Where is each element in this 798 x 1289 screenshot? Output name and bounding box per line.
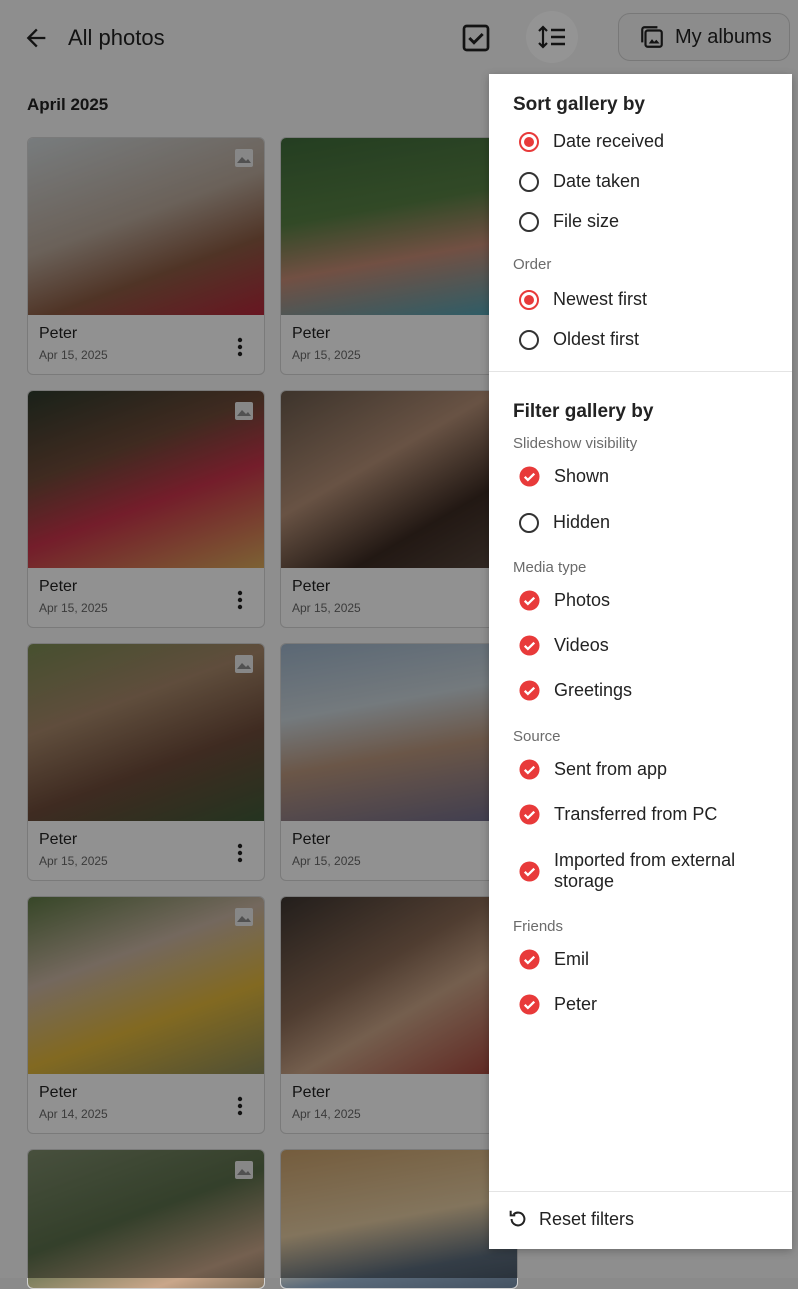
radio-selected[interactable] <box>519 131 539 152</box>
filter-option-sent-from-app[interactable]: Sent from app <box>519 759 667 780</box>
order-subtitle: Order <box>513 256 552 273</box>
order-option-newest[interactable]: Newest first <box>519 289 647 310</box>
checked-circle-icon[interactable] <box>519 635 540 656</box>
source-subtitle: Source <box>513 728 561 745</box>
option-label: Oldest first <box>553 329 640 349</box>
filter-option-emil[interactable]: Emil <box>519 949 589 970</box>
radio-unselected[interactable] <box>519 329 539 350</box>
option-label: Greetings <box>554 680 633 700</box>
option-label: Sent from app <box>554 759 668 779</box>
option-label: Peter <box>554 994 598 1014</box>
sort-option-date-received[interactable]: Date received <box>519 131 664 152</box>
checked-circle-icon[interactable] <box>519 680 540 701</box>
reset-filters-label: Reset filters <box>539 1208 635 1229</box>
checked-circle-icon[interactable] <box>519 466 540 487</box>
friends-subtitle: Friends <box>513 918 564 935</box>
footer-divider <box>489 1191 792 1192</box>
filter-option-transferred-from-pc[interactable]: Transferred from PC <box>519 804 717 825</box>
filter-option-photos[interactable]: Photos <box>519 590 610 611</box>
filter-option-shown[interactable]: Shown <box>519 466 609 487</box>
filter-option-greetings[interactable]: Greetings <box>519 680 632 701</box>
sort-option-date-taken[interactable]: Date taken <box>519 171 640 192</box>
option-label: Hidden <box>553 512 611 532</box>
radio-unselected[interactable] <box>519 211 539 232</box>
media-type-subtitle: Media type <box>513 559 587 576</box>
checked-circle-icon[interactable] <box>519 804 540 825</box>
unchecked-circle-icon[interactable] <box>519 512 539 533</box>
option-label: Date taken <box>553 171 641 191</box>
order-option-oldest[interactable]: Oldest first <box>519 329 639 350</box>
radio-selected[interactable] <box>519 289 539 310</box>
option-label: Transferred from PC <box>554 804 718 824</box>
filter-option-peter[interactable]: Peter <box>519 994 597 1015</box>
checked-circle-icon[interactable] <box>519 759 540 780</box>
option-label: Photos <box>554 590 611 610</box>
sort-section-title: Sort gallery by <box>513 94 645 115</box>
checked-circle-icon[interactable] <box>519 994 540 1015</box>
radio-unselected[interactable] <box>519 171 539 192</box>
option-label: Date received <box>553 131 665 151</box>
visibility-subtitle: Slideshow visibility <box>513 435 638 452</box>
option-label: Shown <box>554 466 610 486</box>
filter-option-videos[interactable]: Videos <box>519 635 609 656</box>
filter-section-title: Filter gallery by <box>513 401 654 422</box>
option-label: Videos <box>554 635 609 655</box>
section-divider <box>489 371 792 372</box>
checked-circle-icon[interactable] <box>519 860 540 882</box>
option-label: Newest first <box>553 289 648 309</box>
checked-circle-icon[interactable] <box>519 949 540 970</box>
option-label: File size <box>553 211 620 231</box>
option-label: Emil <box>554 949 589 969</box>
sort-option-file-size[interactable]: File size <box>519 211 619 232</box>
checked-circle-icon[interactable] <box>519 590 540 611</box>
filter-option-hidden[interactable]: Hidden <box>519 512 610 533</box>
reset-icon <box>509 1210 526 1227</box>
sort-filter-panel: Sort gallery by Date received Date taken… <box>489 74 792 1249</box>
option-label: Imported from external storage <box>554 850 736 891</box>
filter-option-imported-external[interactable]: Imported from external storage <box>519 850 754 892</box>
reset-filters-button[interactable]: Reset filters <box>507 1208 634 1230</box>
